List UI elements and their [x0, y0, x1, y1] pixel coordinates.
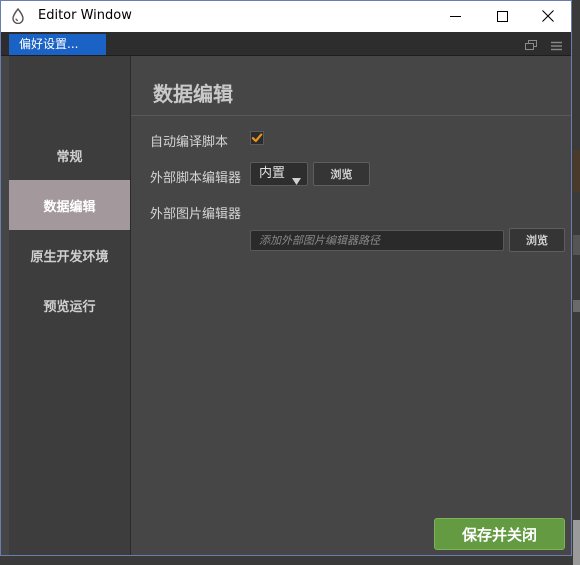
app-drop-icon — [10, 7, 26, 25]
hamburger-menu-icon[interactable] — [550, 37, 564, 51]
save-and-close-button[interactable]: 保存并关闭 — [434, 518, 565, 550]
auto-compile-label: 自动编译脚本 — [150, 135, 229, 150]
window-title: Editor Window — [38, 8, 132, 23]
title-divider — [131, 115, 571, 116]
sidebar-item-general[interactable]: 常规 — [9, 130, 130, 180]
settings-panel: 数据编辑 自动编译脚本 外部脚本编辑器 内置 浏览 外部图片编辑器 添加外部图片… — [131, 56, 571, 555]
maximize-button[interactable] — [479, 1, 525, 31]
tab-preferences[interactable]: 偏好设置... — [9, 34, 106, 55]
editor-window: Editor Window 偏好设置... 常规 数据编辑 原生开发环境 预览运… — [0, 0, 572, 556]
script-editor-value: 内置 — [259, 166, 286, 181]
script-editor-browse-button[interactable]: 浏览 — [313, 162, 370, 186]
auto-compile-checkbox[interactable] — [250, 131, 264, 145]
background-app-strip — [573, 300, 580, 312]
maximize-icon — [496, 10, 508, 22]
section-title: 数据编辑 — [153, 82, 233, 106]
script-editor-select[interactable]: 内置 — [250, 162, 308, 186]
image-editor-label: 外部图片编辑器 — [150, 207, 242, 222]
background-app-strip — [573, 520, 580, 565]
script-editor-label: 外部脚本编辑器 — [150, 171, 242, 186]
sidebar-item-data-editing[interactable]: 数据编辑 — [9, 180, 130, 230]
tab-strip: 偏好设置... — [1, 32, 571, 56]
close-button[interactable] — [525, 1, 571, 31]
title-bar[interactable]: Editor Window — [1, 1, 571, 32]
preferences-sidebar: 常规 数据编辑 原生开发环境 预览运行 — [9, 56, 130, 555]
sidebar-item-native-env[interactable]: 原生开发环境 — [9, 230, 130, 280]
sidebar-item-preview-run[interactable]: 预览运行 — [9, 280, 130, 330]
image-editor-browse-button[interactable]: 浏览 — [509, 228, 565, 252]
background-app-strip — [573, 235, 580, 255]
background-app-strip — [573, 150, 580, 192]
minimize-icon — [449, 11, 461, 22]
window-content: 偏好设置... 常规 数据编辑 原生开发环境 预览运行 数据编辑 自动编译脚本 … — [1, 32, 571, 555]
minimize-button[interactable] — [432, 1, 478, 31]
dropdown-arrow-icon — [292, 171, 301, 185]
image-editor-path-input[interactable]: 添加外部图片编辑器路径 — [250, 230, 504, 251]
close-icon — [542, 10, 554, 22]
popout-icon[interactable] — [524, 37, 538, 50]
